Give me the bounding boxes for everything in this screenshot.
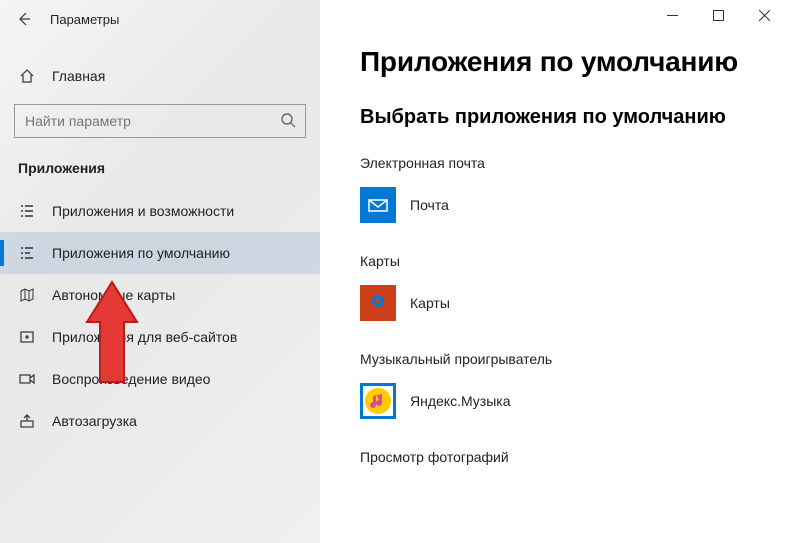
sidebar-item-label: Автономные карты (52, 287, 175, 303)
window-title: Параметры (50, 12, 119, 27)
sidebar-item-apps-websites[interactable]: Приложения для веб-сайтов (0, 316, 320, 358)
category-label-music: Музыкальный проигрыватель (360, 351, 747, 367)
sidebar-item-video-playback[interactable]: Воспроизведение видео (0, 358, 320, 400)
search-container (14, 104, 306, 138)
maps-icon (360, 285, 396, 321)
sidebar-item-label: Воспроизведение видео (52, 371, 210, 387)
video-icon (18, 370, 36, 388)
arrow-left-icon (16, 11, 32, 27)
minimize-button[interactable] (649, 0, 695, 30)
mail-icon (360, 187, 396, 223)
app-name: Яндекс.Музыка (410, 393, 511, 409)
home-icon (18, 68, 36, 84)
search-icon (280, 112, 296, 133)
sidebar-section-label: Приложения (0, 138, 320, 190)
maximize-button[interactable] (695, 0, 741, 30)
sidebar-item-label: Приложения по умолчанию (52, 245, 230, 261)
main-content: Приложения по умолчанию Выбрать приложен… (320, 0, 787, 543)
sidebar-item-label: Автозагрузка (52, 413, 137, 429)
category-label-maps: Карты (360, 253, 747, 269)
page-heading: Приложения по умолчанию (360, 46, 747, 78)
sidebar-item-offline-maps[interactable]: Автономные карты (0, 274, 320, 316)
sidebar-item-default-apps[interactable]: Приложения по умолчанию (0, 232, 320, 274)
window-controls (649, 0, 787, 30)
app-name: Почта (410, 197, 449, 213)
sidebar-item-label: Приложения и возможности (52, 203, 234, 219)
list-icon (18, 202, 36, 220)
category-label-email: Электронная почта (360, 155, 747, 171)
sidebar-item-apps-features[interactable]: Приложения и возможности (0, 190, 320, 232)
page-subheading: Выбрать приложения по умолчанию (360, 106, 747, 129)
startup-icon (18, 412, 36, 430)
default-app-email[interactable]: Почта (360, 183, 449, 227)
category-label-photos: Просмотр фотографий (360, 449, 747, 465)
defaults-icon (18, 244, 36, 262)
home-nav[interactable]: Главная (0, 60, 320, 92)
sidebar-item-label: Приложения для веб-сайтов (52, 329, 237, 345)
default-app-maps[interactable]: Карты (360, 281, 450, 325)
search-input[interactable] (14, 104, 306, 138)
minimize-icon (667, 10, 678, 21)
music-icon (360, 383, 396, 419)
maximize-icon (713, 10, 724, 21)
sidebar-item-startup[interactable]: Автозагрузка (0, 400, 320, 442)
home-label: Главная (52, 68, 105, 84)
open-icon (18, 328, 36, 346)
sidebar: Параметры Главная Приложения Приложения … (0, 0, 320, 543)
close-icon (759, 10, 770, 21)
back-button[interactable] (10, 5, 38, 33)
titlebar: Параметры (0, 0, 320, 38)
app-name: Карты (410, 295, 450, 311)
close-button[interactable] (741, 0, 787, 30)
default-app-music[interactable]: Яндекс.Музыка (360, 379, 511, 423)
map-icon (18, 286, 36, 304)
